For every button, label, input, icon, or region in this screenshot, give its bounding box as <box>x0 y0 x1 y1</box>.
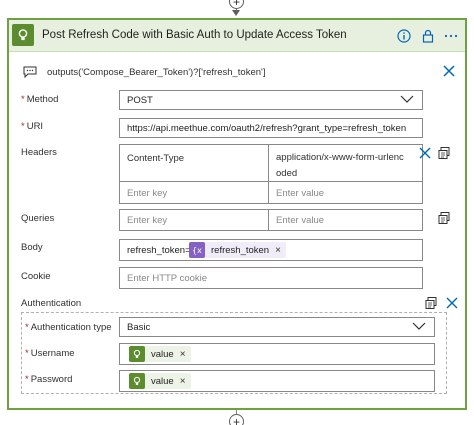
expression-icon: {x} <box>189 242 205 258</box>
method-label: * Method <box>21 94 59 105</box>
remove-token-icon[interactable]: × <box>275 245 281 256</box>
password-label: * Password <box>25 374 73 385</box>
arrow-down-icon <box>232 10 240 16</box>
lock-icon[interactable] <box>420 28 436 44</box>
query-key-input[interactable]: Enter key <box>120 210 268 231</box>
chevron-down-icon <box>412 321 426 334</box>
authentication-type-label: * Authentication type <box>25 322 112 333</box>
card-title: Post Refresh Code with Basic Auth to Upd… <box>42 29 347 41</box>
card-header[interactable]: Post Refresh Code with Basic Auth to Upd… <box>9 20 465 52</box>
body-refresh-token-chip[interactable]: {x} refresh_token × <box>189 242 286 258</box>
queries-grid: Enter key Enter value <box>119 209 423 231</box>
username-value-chip[interactable]: value × <box>129 346 191 362</box>
headers-label: Headers <box>21 147 57 158</box>
uri-input[interactable]: https://api.meethue.com/oauth2/refresh?g… <box>119 118 423 138</box>
switch-text-mode-icon[interactable] <box>437 146 451 160</box>
header-new-key-input[interactable]: Enter key <box>120 183 268 204</box>
light-bulb-token-icon <box>129 346 145 362</box>
info-icon[interactable] <box>396 28 412 44</box>
header-key-cell[interactable]: Content-Type <box>120 148 268 169</box>
method-select[interactable]: POST <box>119 90 423 110</box>
chevron-down-icon <box>400 94 414 107</box>
remove-auth-icon[interactable] <box>445 296 459 310</box>
password-value-chip[interactable]: value × <box>129 373 191 389</box>
light-bulb-app-icon <box>12 24 34 46</box>
authentication-label: Authentication <box>21 298 82 309</box>
switch-queries-text-mode-icon[interactable] <box>437 211 451 225</box>
header-new-value-input[interactable]: Enter value <box>269 183 421 204</box>
cookie-input[interactable]: Enter HTTP cookie <box>119 267 423 289</box>
more-options-icon[interactable] <box>443 28 459 44</box>
switch-auth-text-mode-icon[interactable] <box>424 296 438 310</box>
uri-label: * URI <box>21 121 44 132</box>
authentication-type-select[interactable]: Basic <box>119 317 435 337</box>
light-bulb-token-icon <box>129 373 145 389</box>
header-value-cell[interactable]: application/x-www-form-urlenc oded <box>269 148 421 187</box>
queries-label: Queries <box>21 213 55 224</box>
query-value-input[interactable]: Enter value <box>269 210 421 231</box>
comment-expression: outputs('Compose_Bearer_Token')?['refres… <box>47 67 266 78</box>
action-card: Post Refresh Code with Basic Auth to Upd… <box>7 18 467 410</box>
username-label: * Username <box>25 348 75 359</box>
comment-row: outputs('Compose_Bearer_Token')?['refres… <box>17 64 457 82</box>
headers-grid: Content-Type application/x-www-form-urle… <box>119 144 423 204</box>
svg-text:{x}: {x} <box>192 246 203 255</box>
comment-icon <box>23 66 37 81</box>
close-comment-icon[interactable] <box>442 64 456 80</box>
body-label: Body <box>21 242 43 253</box>
remove-token-icon[interactable]: × <box>180 376 186 387</box>
remove-token-icon[interactable]: × <box>180 349 186 360</box>
delete-header-icon[interactable] <box>418 146 432 160</box>
add-step-bottom-icon[interactable]: + <box>229 414 244 425</box>
body-prefix-text: refresh_token= <box>127 245 191 256</box>
cookie-label: Cookie <box>21 271 51 282</box>
add-step-top-icon[interactable]: + <box>229 0 244 9</box>
